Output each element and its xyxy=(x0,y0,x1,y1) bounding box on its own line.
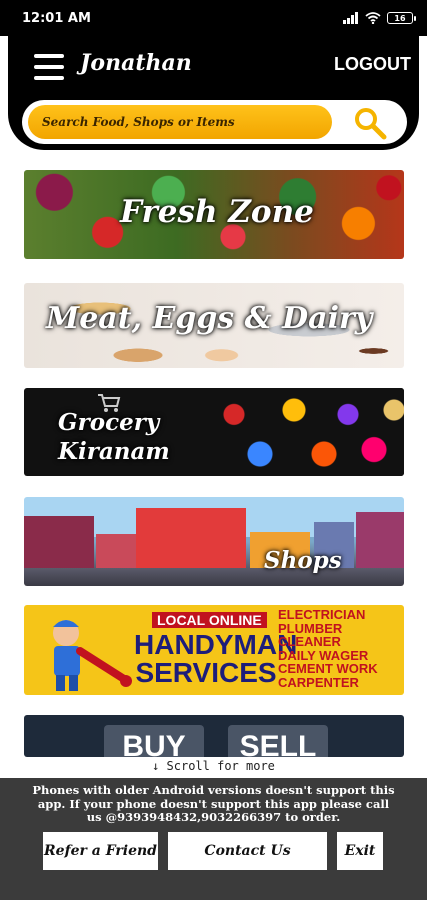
shop-building xyxy=(24,516,94,568)
grocery-label-line1: Grocery xyxy=(58,409,160,436)
meat-eggs-dairy-label: Meat, Eggs & Dairy xyxy=(46,301,373,336)
shop-building xyxy=(356,512,404,568)
status-time: 12:01 AM xyxy=(22,10,91,26)
meat-eggs-dairy-banner[interactable]: Meat, Eggs & Dairy xyxy=(24,283,404,368)
app-header: Jonathan LOGOUT Search Food, Shops or It… xyxy=(8,36,419,150)
service-item: PLUMBER xyxy=(278,620,343,636)
handyman-title-line2: SERVICES xyxy=(135,657,277,688)
handyman-mascot-icon xyxy=(53,620,132,691)
shop-building xyxy=(96,534,136,568)
username-label: Jonathan xyxy=(80,50,192,76)
refer-a-friend-button[interactable]: Refer a Friend xyxy=(43,832,158,870)
service-item: CARPENTER xyxy=(278,674,359,690)
status-bar: 12:01 AM 16 xyxy=(0,0,427,36)
compatibility-notice: Phones with older Android versions doesn… xyxy=(32,783,395,824)
hamburger-menu-icon[interactable] xyxy=(34,54,64,80)
fresh-zone-label: Fresh Zone xyxy=(120,194,314,230)
status-icons: 16 xyxy=(343,12,416,24)
handyman-services-banner[interactable]: LOCAL ONLINE HANDYMAN SERVICES ELECTRICI… xyxy=(24,605,404,695)
wifi-icon xyxy=(365,12,381,24)
grocery-items-illustration xyxy=(204,388,404,476)
service-item: ELECTRICIAN xyxy=(278,607,366,622)
grocery-kiranam-banner[interactable]: Grocery Kiranam xyxy=(24,388,404,476)
search-icon[interactable] xyxy=(353,106,387,140)
battery-icon: 16 xyxy=(387,12,416,24)
service-item: DAILY WAGER xyxy=(278,647,369,663)
handyman-title-line1: HANDYMAN xyxy=(134,629,298,660)
fresh-zone-banner[interactable]: Fresh Zone xyxy=(24,170,404,259)
service-item: CEMENT WORK xyxy=(278,661,378,676)
search-input[interactable]: Search Food, Shops or Items xyxy=(28,105,332,139)
scroll-hint: ↓ Scroll for more xyxy=(152,759,275,773)
grocery-kiranam-label: Grocery Kiranam xyxy=(58,408,170,466)
shops-label: Shops xyxy=(264,547,342,574)
buy-sell-banner[interactable]: BUY SELL xyxy=(24,715,404,757)
grocery-label-line2: Kiranam xyxy=(58,438,170,465)
handyman-services-list: ELECTRICIAN PLUMBER CLEANER DAILY WAGER … xyxy=(278,608,378,689)
service-item: CLEANER xyxy=(278,634,341,649)
local-online-tag: LOCAL ONLINE xyxy=(152,612,267,628)
search-bar: Search Food, Shops or Items xyxy=(22,100,407,144)
buy-label: BUY xyxy=(104,725,204,757)
exit-button[interactable]: Exit xyxy=(337,832,383,870)
shop-building xyxy=(136,508,246,568)
contact-us-button[interactable]: Contact Us xyxy=(168,832,327,870)
shops-banner[interactable]: Shops xyxy=(24,497,404,586)
logout-button[interactable]: LOGOUT xyxy=(334,54,411,75)
signal-bars-icon xyxy=(343,12,358,24)
sell-label: SELL xyxy=(228,725,328,757)
handyman-title: HANDYMAN SERVICES xyxy=(134,631,297,688)
